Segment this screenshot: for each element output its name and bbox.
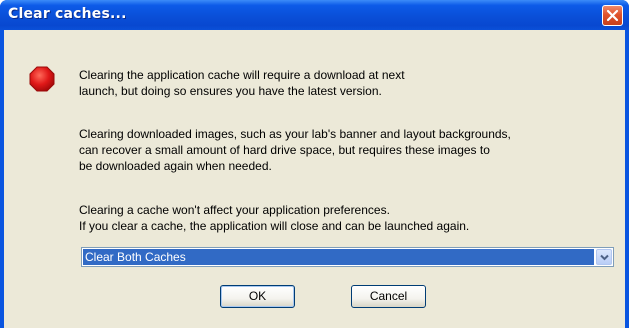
message-paragraph-images: Clearing downloaded images, such as your… [79,126,624,174]
message-line: Clearing the application cache will requ… [79,68,405,82]
message-paragraph-preferences: Clearing a cache won't affect your appli… [79,202,624,234]
message-line: Clearing a cache won't affect your appli… [79,203,390,217]
cancel-button[interactable]: Cancel [351,285,426,308]
close-icon [606,9,619,22]
message-line: can recover a small amount of hard drive… [79,143,490,157]
message-line: If you clear a cache, the application wi… [79,219,470,233]
title-bar[interactable]: Clear caches... [0,0,629,30]
clear-caches-dialog: Clear caches... Clearing the application… [0,0,629,328]
chevron-down-icon [600,254,609,261]
ok-button[interactable]: OK [220,285,295,308]
stop-octagon-icon [29,66,55,92]
dialog-title: Clear caches... [8,6,127,22]
cache-select-value[interactable]: Clear Both Caches [83,249,594,265]
dropdown-arrow-button[interactable] [596,249,612,265]
dialog-body: Clearing the application cache will requ… [4,30,625,328]
cache-select-dropdown[interactable]: Clear Both Caches [81,247,614,267]
close-button[interactable] [602,5,623,26]
message-paragraph-app-cache: Clearing the application cache will requ… [79,67,624,99]
message-line: Clearing downloaded images, such as your… [79,127,511,141]
message-line: launch, but doing so ensures you have th… [79,84,382,98]
message-line: be downloaded again when needed. [79,159,272,173]
